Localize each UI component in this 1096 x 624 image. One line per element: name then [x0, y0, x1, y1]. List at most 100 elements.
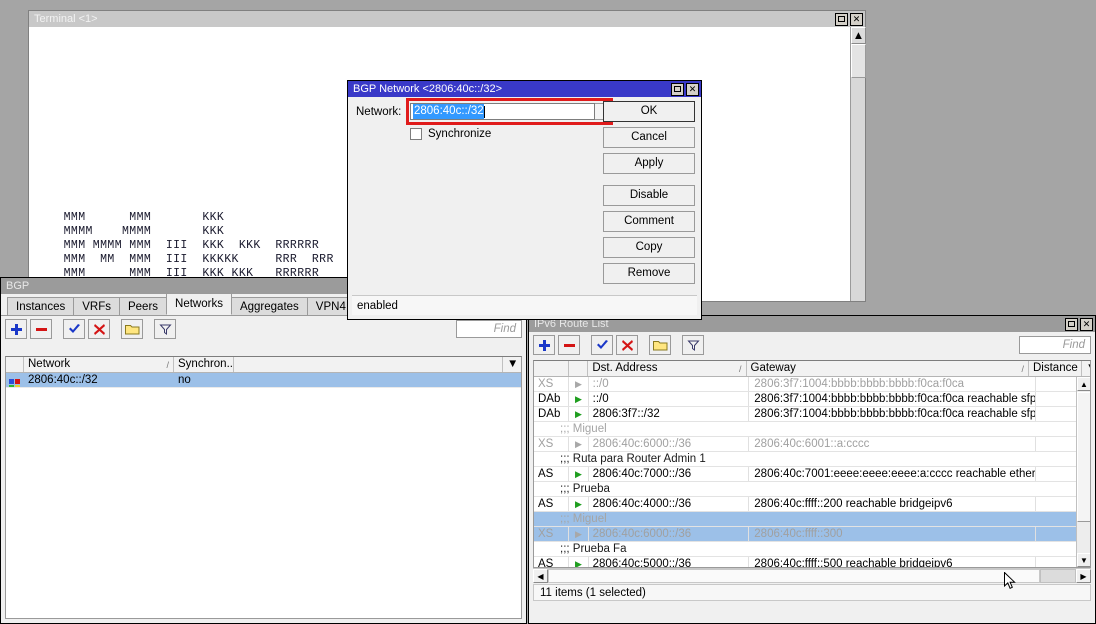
close-icon[interactable]: ✕ [850, 13, 863, 26]
scroll-right-icon[interactable]: ▶ [1076, 569, 1091, 583]
scroll-down-icon[interactable]: ▼ [1077, 553, 1091, 567]
scroll-left-icon[interactable]: ◀ [533, 569, 548, 583]
col-status [569, 361, 589, 376]
comment-button[interactable]: Comment [603, 211, 695, 232]
route-rows-container[interactable]: XS▶::/02806:3f7:1004:bbbb:bbbb:bbbb:f0ca… [534, 377, 1090, 568]
tab-instances[interactable]: Instances [7, 297, 74, 315]
scroll-thumb[interactable] [1077, 392, 1091, 522]
ok-button[interactable]: OK [603, 101, 695, 122]
text-caret [484, 106, 485, 118]
disable-button[interactable] [88, 319, 110, 339]
route-status-icon: ▶ [569, 557, 588, 568]
col-distance[interactable]: Distance [1029, 361, 1082, 376]
apply-button[interactable]: Apply [603, 153, 695, 174]
route-dst-address: 2806:40c:4000::/36 [589, 497, 750, 511]
maximize-icon[interactable] [1065, 318, 1078, 331]
enable-button[interactable] [63, 319, 85, 339]
terminal-scrollbar[interactable]: ▲ [850, 27, 865, 301]
column-menu-icon[interactable]: ▼ [1082, 361, 1090, 376]
bgp-table-header: Network / Synchron... ▼ [6, 357, 521, 373]
filter-button[interactable] [154, 319, 176, 339]
enable-button[interactable] [591, 335, 613, 355]
column-menu-icon[interactable]: ▼ [503, 357, 521, 372]
close-icon[interactable]: ✕ [1080, 318, 1093, 331]
comment-button[interactable] [121, 319, 143, 339]
route-comment-row[interactable]: ;;; Prueba Fa [534, 542, 1090, 557]
disable-button[interactable] [616, 335, 638, 355]
scroll-up-icon[interactable]: ▲ [1077, 377, 1091, 391]
route-status-icon: ▶ [569, 377, 588, 391]
route-dst-address: 2806:40c:7000::/36 [589, 467, 750, 481]
table-row[interactable]: 2806:40c::/32 no [6, 373, 521, 388]
close-icon[interactable]: ✕ [686, 83, 699, 96]
scroll-thumb[interactable] [851, 44, 866, 78]
col-network[interactable]: Network / [24, 357, 174, 372]
disable-button[interactable]: Disable [603, 185, 695, 206]
scroll-up-icon[interactable]: ▲ [851, 27, 866, 44]
bgp-window[interactable]: BGP Instances VRFs Peers Networks Aggreg… [0, 277, 527, 624]
col-dst-address[interactable]: Dst. Address / [588, 361, 746, 376]
remove-button[interactable] [558, 335, 580, 355]
col-synchronize[interactable]: Synchron... [174, 357, 234, 372]
route-comment-row[interactable]: ;;; Ruta para Router Admin 1 [534, 452, 1090, 467]
route-row[interactable]: XS▶2806:40c:6000::/362806:40c:6001::a:cc… [534, 437, 1090, 452]
route-table[interactable]: Dst. Address / Gateway / Distance ▼ XS▶:… [533, 360, 1091, 568]
route-flags: XS [534, 527, 569, 541]
route-status-icon: ▶ [569, 437, 588, 451]
hscroll-track[interactable] [548, 569, 1040, 583]
tab-networks[interactable]: Networks [166, 293, 232, 315]
bgp-find-input[interactable]: Find [456, 320, 522, 338]
route-row[interactable]: XS▶2806:40c:6000::/362806:40c:ffff::300 [534, 527, 1090, 542]
maximize-icon[interactable] [671, 83, 684, 96]
route-comment: ;;; Ruta para Router Admin 1 [534, 452, 706, 466]
route-flags: XS [534, 377, 569, 391]
cancel-button[interactable]: Cancel [603, 127, 695, 148]
network-label: Network: [356, 106, 401, 118]
filter-button[interactable] [682, 335, 704, 355]
route-comment-row[interactable]: ;;; Miguel [534, 512, 1090, 527]
route-row[interactable]: AS▶2806:40c:4000::/362806:40c:ffff::200 … [534, 497, 1090, 512]
route-list-toolbar[interactable]: Find [529, 332, 1095, 358]
sort-asc-icon: / [166, 358, 169, 372]
bgp-network-dialog[interactable]: BGP Network <2806:40c::/32> ✕ Network: 2… [347, 80, 702, 320]
comment-button[interactable] [649, 335, 671, 355]
dialog-titlebar[interactable]: BGP Network <2806:40c::/32> ✕ [348, 81, 701, 97]
add-button[interactable] [5, 319, 27, 339]
route-row[interactable]: DAb▶::/02806:3f7:1004:bbbb:bbbb:bbbb:f0c… [534, 392, 1090, 407]
synchronize-checkbox[interactable] [410, 128, 422, 140]
route-gateway: 2806:3f7:1004:bbbb:bbbb:bbbb:f0ca:f0ca r… [749, 407, 1036, 421]
remove-button[interactable] [30, 319, 52, 339]
tab-peers[interactable]: Peers [119, 297, 167, 315]
tab-aggregates[interactable]: Aggregates [231, 297, 308, 315]
route-comment-row[interactable]: ;;; Prueba [534, 482, 1090, 497]
dialog-button-column[interactable]: OK Cancel Apply Disable Comment Copy Rem… [603, 101, 695, 289]
dialog-title: BGP Network <2806:40c::/32> [353, 81, 502, 97]
route-row[interactable]: DAb▶2806:3f7::/322806:3f7:1004:bbbb:bbbb… [534, 407, 1090, 422]
route-dst-address: 2806:40c:6000::/36 [589, 437, 750, 451]
route-row[interactable]: AS▶2806:40c:7000::/362806:40c:7001:eeee:… [534, 467, 1090, 482]
desktop-root: Terminal <1> ✕ MMM MMM KKK MMMM MMMM KKK… [0, 0, 1096, 624]
synchronize-row[interactable]: Synchronize [410, 128, 491, 140]
route-find-input[interactable]: Find [1019, 336, 1091, 354]
maximize-icon[interactable] [835, 13, 848, 26]
add-button[interactable] [533, 335, 555, 355]
network-input[interactable]: 2806:40c::/32 [410, 103, 595, 120]
col-gateway[interactable]: Gateway / [747, 361, 1030, 376]
route-gateway: 2806:40c:ffff::200 reachable bridgeipv6 [749, 497, 1036, 511]
terminal-title: Terminal <1> [34, 11, 98, 27]
tab-vrfs[interactable]: VRFs [73, 297, 120, 315]
mouse-cursor [1004, 572, 1016, 590]
copy-button[interactable]: Copy [603, 237, 695, 258]
bgp-networks-table[interactable]: Network / Synchron... ▼ 2806:40c::/32 no [5, 356, 522, 619]
route-vertical-scrollbar[interactable]: ▲ ▼ [1076, 377, 1090, 567]
route-gateway: 2806:40c:ffff::300 [749, 527, 1036, 541]
route-status-icon: ▶ [569, 467, 588, 481]
remove-button[interactable]: Remove [603, 263, 695, 284]
terminal-titlebar[interactable]: Terminal <1> ✕ [29, 11, 865, 27]
cell-filler [234, 373, 521, 387]
cell-synchronize: no [174, 373, 234, 387]
route-row[interactable]: XS▶::/02806:3f7:1004:bbbb:bbbb:bbbb:f0ca… [534, 377, 1090, 392]
cell-network: 2806:40c::/32 [24, 373, 174, 387]
route-row[interactable]: AS▶2806:40c:5000::/362806:40c:ffff::500 … [534, 557, 1090, 568]
route-comment-row[interactable]: ;;; Miguel [534, 422, 1090, 437]
